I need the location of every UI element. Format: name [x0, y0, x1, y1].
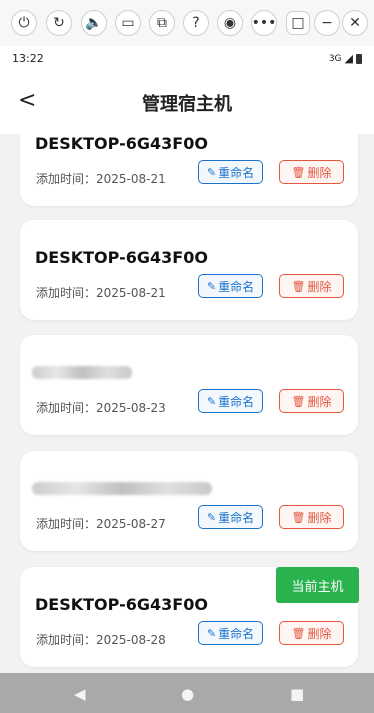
page-title: 管理宿主机	[142, 94, 232, 115]
rename-button[interactable]: ✎ 重命名	[198, 389, 263, 413]
delete-button[interactable]: 🗑 删除	[279, 505, 344, 529]
edit-icon: ✎	[206, 394, 217, 408]
host-card: 当前主机 DESKTOP-6G43F0O 添加时间：2025-08-28 ✎ 重命…	[20, 567, 359, 667]
edit-icon: ✎	[206, 165, 217, 179]
status-bar: 13:22 3G ◢	[0, 46, 374, 70]
host-list[interactable]: DESKTOP-6G43F0O 添加时间：2025-08-21 ✎ 重命名 🗑 删除…	[0, 134, 374, 673]
header: < 管理宿主机	[0, 70, 374, 134]
refresh-icon[interactable]: ↻	[46, 10, 72, 36]
delete-button[interactable]: 🗑 删除	[279, 389, 344, 413]
more-icon[interactable]: •••	[251, 10, 277, 36]
recents-square-icon[interactable]: ■	[290, 685, 304, 703]
folder-icon[interactable]: ▭	[115, 10, 141, 36]
added-time: 添加时间：2025-08-21	[36, 286, 166, 300]
edit-icon: ✎	[206, 279, 217, 293]
redacted-host-name	[32, 482, 212, 495]
minimize-icon[interactable]: −	[314, 10, 340, 36]
volume-icon[interactable]: 🔈	[81, 10, 107, 36]
added-time: 添加时间：2025-08-28	[36, 633, 166, 647]
redacted-host-name	[32, 366, 132, 379]
host-card: DESKTOP-6G43F0O 添加时间：2025-08-21 ✎ 重命名 🗑 删除	[20, 220, 358, 320]
host-card: DESKTOP-6G43F0O 添加时间：2025-08-21 ✎ 重命名 🗑 删除	[20, 134, 358, 206]
trash-icon: 🗑	[291, 394, 306, 408]
status-time: 13:22	[12, 52, 44, 65]
delete-button[interactable]: 🗑 删除	[279, 274, 344, 298]
rename-button[interactable]: ✎ 重命名	[198, 505, 263, 529]
system-nav-bar: ◀ ● ■	[0, 673, 374, 713]
status-icons: 3G ◢	[329, 52, 362, 65]
camera-icon[interactable]: ◉	[217, 10, 243, 36]
trash-icon: 🗑	[291, 626, 306, 640]
host-card: 添加时间：2025-08-27 ✎ 重命名 🗑 删除	[20, 451, 358, 551]
rename-button[interactable]: ✎ 重命名	[198, 274, 263, 298]
restore-icon[interactable]: □	[286, 11, 310, 35]
trash-icon: 🗑	[291, 279, 306, 293]
added-time: 添加时间：2025-08-27	[36, 517, 166, 531]
close-icon[interactable]: ✕	[342, 10, 368, 36]
host-name: DESKTOP-6G43F0O	[35, 248, 208, 267]
trash-icon: 🗑	[291, 510, 306, 524]
edit-icon: ✎	[206, 626, 217, 640]
edit-icon: ✎	[206, 510, 217, 524]
share-icon[interactable]: ⧉	[149, 10, 175, 36]
added-time: 添加时间：2025-08-23	[36, 401, 166, 415]
network-label: 3G	[328, 53, 342, 64]
home-circle-icon[interactable]: ●	[181, 685, 194, 703]
trash-icon: 🗑	[291, 165, 306, 179]
rename-button[interactable]: ✎ 重命名	[198, 621, 263, 645]
signal-icon: ◢	[344, 52, 353, 65]
current-host-badge: 当前主机	[276, 567, 359, 603]
delete-button[interactable]: 🗑 删除	[279, 160, 344, 184]
added-time: 添加时间：2025-08-21	[36, 172, 166, 186]
emulator-toolbar: ⏻ ↻ 🔈 ▭ ⧉ ? ◉ ••• □ − ✕	[0, 0, 374, 46]
battery-icon	[356, 53, 362, 64]
back-triangle-icon[interactable]: ◀	[74, 685, 86, 703]
rename-button[interactable]: ✎ 重命名	[198, 160, 263, 184]
host-name: DESKTOP-6G43F0O	[35, 134, 208, 153]
help-icon[interactable]: ?	[183, 10, 209, 36]
power-icon[interactable]: ⏻	[11, 10, 37, 36]
host-card: 添加时间：2025-08-23 ✎ 重命名 🗑 删除	[20, 335, 358, 435]
host-name: DESKTOP-6G43F0O	[35, 595, 208, 614]
delete-button[interactable]: 🗑 删除	[279, 621, 344, 645]
